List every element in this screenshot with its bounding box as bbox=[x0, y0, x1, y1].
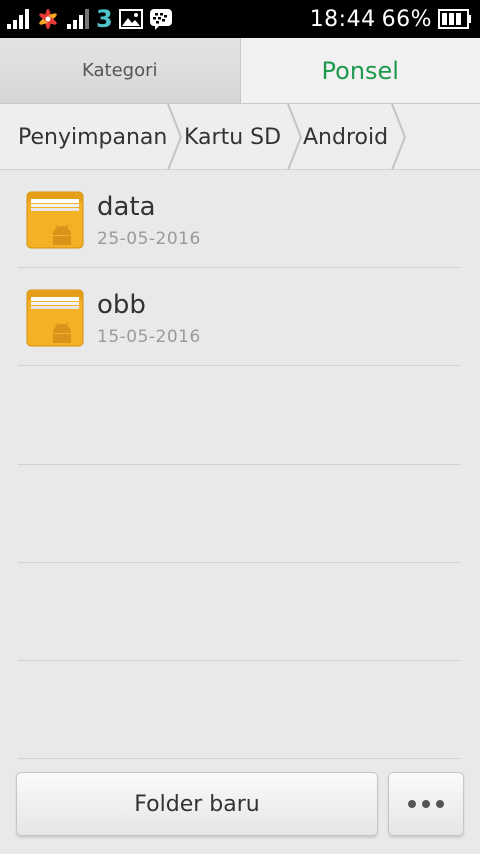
status-icons-left: 3 bbox=[6, 6, 173, 32]
pinwheel-app-icon bbox=[39, 9, 57, 29]
breadcrumb-separator-icon bbox=[391, 104, 407, 170]
file-date: 25-05-2016 bbox=[97, 229, 201, 249]
breadcrumb: Penyimpanan Kartu SD Android bbox=[0, 104, 480, 170]
breadcrumb-item-kartu-sd[interactable]: Kartu SD bbox=[184, 104, 281, 170]
more-options-button[interactable] bbox=[388, 772, 464, 836]
status-icons-right: 18:44 66% bbox=[310, 5, 472, 33]
list-divider bbox=[18, 758, 461, 759]
file-date: 15-05-2016 bbox=[97, 327, 201, 347]
battery-percent: 66% bbox=[381, 6, 432, 32]
new-folder-button[interactable]: Folder baru bbox=[16, 772, 378, 836]
android-folder-icon bbox=[26, 191, 84, 249]
clock: 18:44 bbox=[309, 6, 376, 32]
more-icon bbox=[408, 800, 444, 808]
breadcrumb-separator-icon bbox=[167, 104, 183, 170]
list-divider bbox=[18, 464, 461, 465]
file-name: data bbox=[97, 192, 156, 222]
list-divider bbox=[18, 660, 461, 661]
carrier-3-icon: 3 bbox=[96, 5, 113, 33]
breadcrumb-label: Android bbox=[303, 124, 389, 150]
tab-kategori-label: Kategori bbox=[82, 60, 158, 81]
breadcrumb-label: Penyimpanan bbox=[18, 124, 168, 150]
breadcrumb-item-android[interactable]: Android bbox=[303, 104, 388, 170]
tab-ponsel-label: Ponsel bbox=[321, 56, 399, 85]
signal-icon bbox=[7, 9, 29, 29]
tab-ponsel[interactable]: Ponsel bbox=[240, 38, 480, 103]
image-icon bbox=[118, 9, 143, 29]
list-divider bbox=[18, 562, 461, 563]
file-name: obb bbox=[97, 290, 146, 320]
tab-bar: Kategori Ponsel bbox=[0, 38, 480, 104]
list-item[interactable]: obb 15-05-2016 bbox=[18, 268, 461, 366]
bbm-icon bbox=[149, 9, 172, 30]
status-bar: 3 18:44 66% bbox=[0, 0, 480, 38]
android-folder-icon bbox=[26, 289, 84, 347]
breadcrumb-item-penyimpanan[interactable]: Penyimpanan bbox=[18, 104, 167, 170]
list-item[interactable]: data 25-05-2016 bbox=[18, 170, 461, 268]
battery-icon bbox=[438, 9, 471, 29]
tab-kategori[interactable]: Kategori bbox=[0, 38, 241, 103]
breadcrumb-separator-icon bbox=[287, 104, 303, 170]
breadcrumb-label: Kartu SD bbox=[184, 124, 282, 150]
signal-2-icon bbox=[67, 9, 89, 29]
